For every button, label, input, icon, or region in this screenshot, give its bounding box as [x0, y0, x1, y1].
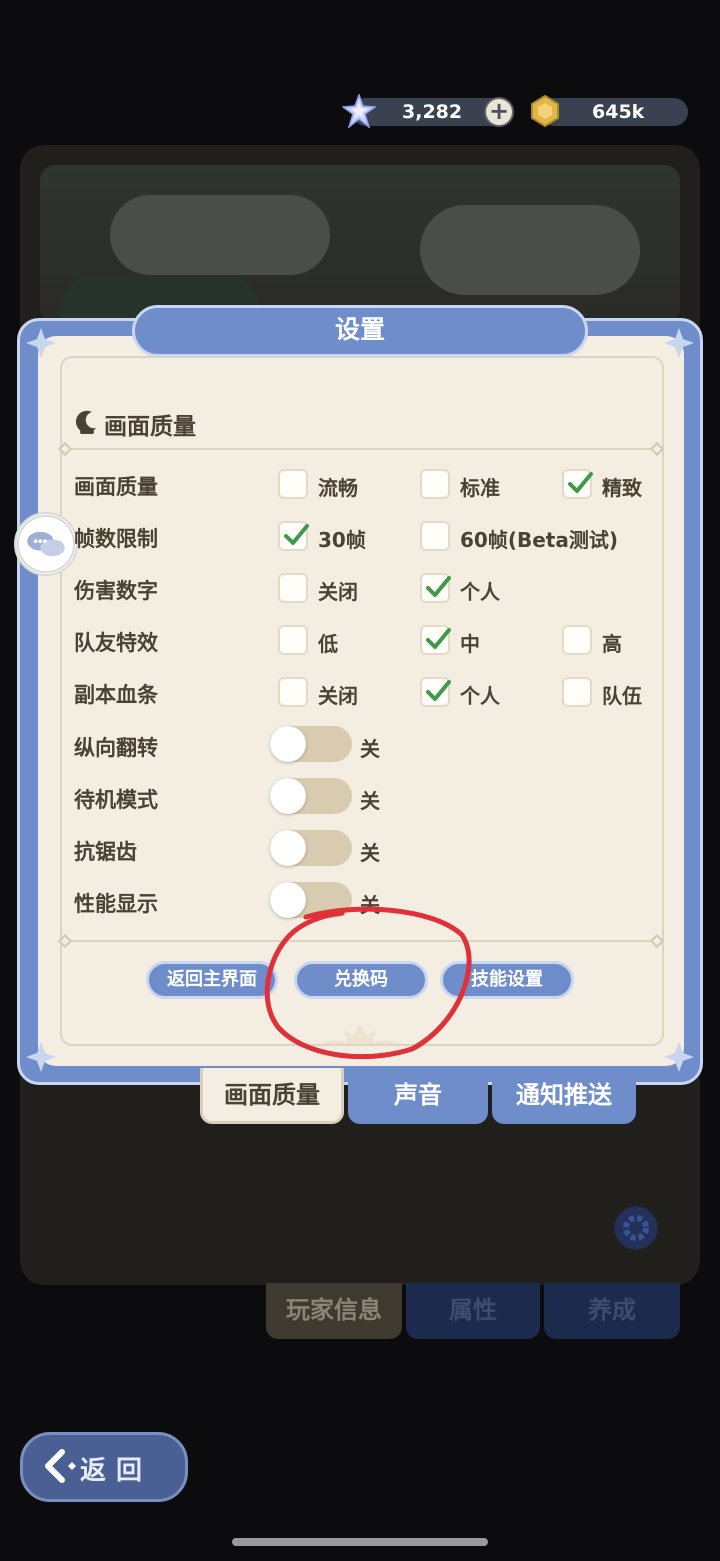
- crystal-star-icon: [342, 94, 376, 128]
- option-label: 60帧(Beta测试): [460, 528, 618, 552]
- checkbox-60fps[interactable]: [420, 521, 450, 551]
- gold-count: 645k: [592, 101, 645, 123]
- option-label: 高: [602, 632, 622, 656]
- tab-graphics-quality[interactable]: 画面质量: [200, 1068, 344, 1124]
- character-art: [40, 165, 680, 345]
- option-label: 30帧: [318, 528, 366, 552]
- gear-icon[interactable]: [614, 1206, 658, 1250]
- chat-icon[interactable]: [14, 512, 78, 576]
- corner-ornament-icon: [664, 1042, 694, 1072]
- corner-ornament-icon: [26, 1042, 56, 1072]
- option-label: 关闭: [318, 684, 358, 708]
- toggle-state: 关: [360, 789, 380, 813]
- gold-coin-icon: [531, 94, 559, 128]
- add-gems-button[interactable]: +: [484, 97, 514, 127]
- tab-notifications[interactable]: 通知推送: [492, 1068, 636, 1124]
- checkbox-fine[interactable]: [562, 469, 593, 499]
- checkmark-icon: [426, 680, 451, 701]
- checkbox-hp-off[interactable]: [278, 677, 308, 707]
- back-arrow-icon: [45, 1449, 76, 1483]
- checkbox-hp-personal[interactable]: [420, 677, 451, 707]
- checkbox-30fps[interactable]: [278, 521, 309, 551]
- option-label: 个人: [460, 684, 500, 708]
- corner-ornament-icon: [664, 328, 694, 358]
- row-label-damage-numbers: 伤害数字: [74, 579, 158, 603]
- toggle-anti-aliasing[interactable]: [270, 830, 352, 866]
- gem-count: 3,282: [402, 101, 463, 123]
- red-circle-annotation: [264, 906, 472, 1060]
- checkbox-effects-low[interactable]: [278, 625, 308, 655]
- checkmark-icon: [426, 628, 451, 649]
- back-label: 返回: [80, 1456, 153, 1486]
- option-label: 个人: [460, 580, 500, 604]
- row-label-anti-aliasing: 抗锯齿: [74, 840, 137, 864]
- checkbox-hp-team[interactable]: [562, 677, 592, 707]
- tab-growth[interactable]: 养成: [544, 1283, 680, 1339]
- checkbox-standard[interactable]: [420, 469, 450, 499]
- checkbox-damage-off[interactable]: [278, 573, 308, 603]
- toggle-state: 关: [360, 737, 380, 761]
- moon-icon: [75, 410, 96, 434]
- option-label: 队伍: [602, 684, 642, 708]
- home-indicator[interactable]: [232, 1538, 488, 1546]
- row-label-quality: 画面质量: [74, 475, 158, 499]
- corner-ornament-icon: [26, 328, 56, 358]
- checkmark-icon: [426, 576, 451, 597]
- checkbox-damage-personal[interactable]: [420, 573, 451, 603]
- checkbox-effects-mid[interactable]: [420, 625, 451, 655]
- dialog-title: 设置: [334, 315, 385, 344]
- toggle-vertical-flip[interactable]: [270, 726, 352, 762]
- toggle-state: 关: [360, 841, 380, 865]
- option-label: 标准: [460, 476, 500, 500]
- tab-player-info[interactable]: 玩家信息: [266, 1283, 402, 1339]
- return-home-button[interactable]: 返回主界面: [146, 961, 278, 999]
- toggle-standby-mode[interactable]: [270, 778, 352, 814]
- checkmark-icon: [284, 524, 309, 545]
- option-label: 精致: [602, 476, 642, 500]
- checkbox-effects-high[interactable]: [562, 625, 592, 655]
- checkbox-smooth[interactable]: [278, 469, 308, 499]
- row-label-performance-display: 性能显示: [74, 892, 158, 916]
- row-label-vertical-flip: 纵向翻转: [74, 736, 158, 760]
- tab-sound[interactable]: 声音: [348, 1068, 488, 1124]
- row-label-teammate-effects: 队友特效: [74, 631, 158, 655]
- option-label: 低: [318, 632, 338, 656]
- row-label-health-bars: 副本血条: [74, 683, 158, 707]
- row-label-standby-mode: 待机模式: [74, 788, 158, 812]
- section-title: 画面质量: [104, 414, 196, 440]
- option-label: 流畅: [318, 476, 358, 500]
- tab-attributes[interactable]: 属性: [406, 1283, 540, 1339]
- option-label: 中: [460, 632, 480, 656]
- row-label-fps: 帧数限制: [74, 527, 158, 551]
- checkmark-icon: [568, 472, 593, 493]
- option-label: 关闭: [318, 580, 358, 604]
- divider: [66, 448, 656, 450]
